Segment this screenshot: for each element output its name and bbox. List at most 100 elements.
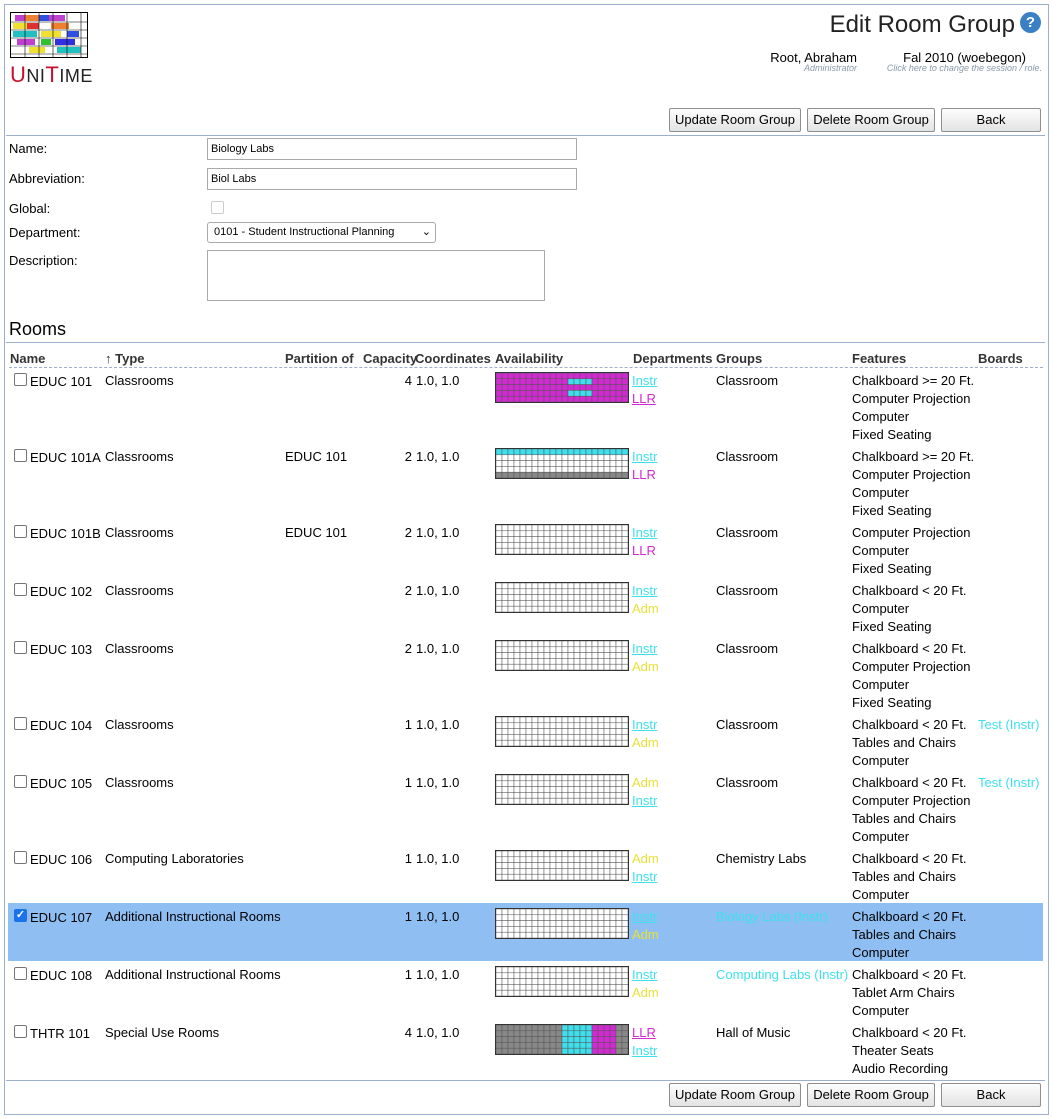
room-department[interactable]: Instr xyxy=(632,449,657,464)
delete-room-group-button-bottom[interactable]: Delete Room Group xyxy=(807,1083,935,1107)
room-department[interactable]: LLR xyxy=(632,391,656,406)
room-select-checkbox[interactable] xyxy=(14,583,27,596)
room-name[interactable]: EDUC 107 xyxy=(30,910,92,925)
room-department[interactable]: Adm xyxy=(632,775,659,790)
room-availability-grid[interactable] xyxy=(495,1024,629,1055)
column-groups[interactable]: Groups xyxy=(716,351,762,366)
column-boards[interactable]: Boards xyxy=(978,351,1023,366)
description-label: Description: xyxy=(9,253,78,268)
column-departments[interactable]: Departments xyxy=(633,351,712,366)
room-name[interactable]: EDUC 105 xyxy=(30,776,92,791)
room-department[interactable]: Instr xyxy=(632,717,657,732)
name-input[interactable]: Biology Labs xyxy=(207,138,577,160)
room-availability-grid[interactable] xyxy=(495,850,629,881)
room-feature: Chalkboard < 20 Ft. xyxy=(852,583,967,598)
session-hint[interactable]: Click here to change the session / role. xyxy=(870,63,1042,73)
room-type: Special Use Rooms xyxy=(105,1025,220,1040)
room-feature: Computer xyxy=(852,753,910,768)
delete-room-group-button[interactable]: Delete Room Group xyxy=(807,108,935,132)
user-role: Administrator xyxy=(803,63,857,73)
room-select-checkbox[interactable] xyxy=(14,525,27,538)
department-select[interactable]: 0101 - Student Instructional Planning ⌄ xyxy=(207,222,436,243)
room-partition: EDUC 101 xyxy=(285,449,348,464)
room-select-checkbox[interactable] xyxy=(14,641,27,654)
room-name[interactable]: EDUC 101 xyxy=(30,374,92,389)
room-capacity: 2 xyxy=(404,583,412,598)
room-name[interactable]: EDUC 101A xyxy=(30,450,101,465)
column-features[interactable]: Features xyxy=(852,351,906,366)
global-checkbox[interactable] xyxy=(211,201,224,214)
room-department[interactable]: Instr xyxy=(632,1043,657,1058)
room-department[interactable]: LLR xyxy=(632,543,656,558)
room-coordinates: 1.0, 1.0 xyxy=(416,909,460,924)
room-availability-grid[interactable] xyxy=(495,640,629,671)
room-coordinates: 1.0, 1.0 xyxy=(416,449,460,464)
column-partition[interactable]: Partition of xyxy=(285,351,354,366)
room-name[interactable]: EDUC 106 xyxy=(30,852,92,867)
room-availability-grid[interactable] xyxy=(495,582,629,613)
room-name[interactable]: EDUC 102 xyxy=(30,584,92,599)
update-room-group-button[interactable]: Update Room Group xyxy=(669,108,801,132)
room-groups: Hall of Music xyxy=(716,1025,791,1040)
room-name[interactable]: EDUC 104 xyxy=(30,718,92,733)
update-room-group-button-bottom[interactable]: Update Room Group xyxy=(669,1083,801,1107)
room-department[interactable]: LLR xyxy=(632,467,656,482)
room-availability-grid[interactable] xyxy=(495,774,629,805)
room-department[interactable]: Instr xyxy=(632,373,657,388)
room-department[interactable]: Instr xyxy=(632,793,657,808)
room-feature: Tablet Arm Chairs xyxy=(852,985,955,1000)
column-type[interactable]: ↑ Type xyxy=(105,351,145,366)
room-groups: Classroom xyxy=(716,717,779,732)
help-icon[interactable]: ? xyxy=(1020,12,1041,33)
room-department[interactable]: Adm xyxy=(632,985,659,1000)
room-select-checkbox[interactable] xyxy=(14,967,27,980)
description-textarea[interactable] xyxy=(207,250,545,301)
room-select-checkbox[interactable] xyxy=(14,717,27,730)
room-department[interactable]: LLR xyxy=(632,1025,656,1040)
room-department[interactable]: Instr xyxy=(632,869,657,884)
room-department[interactable]: Adm xyxy=(632,735,659,750)
room-department[interactable]: Instr xyxy=(632,641,657,656)
room-feature: Chalkboard < 20 Ft. xyxy=(852,909,967,924)
room-name[interactable]: EDUC 101B xyxy=(30,526,101,541)
room-feature: Computer xyxy=(852,543,910,558)
column-name[interactable]: Name xyxy=(10,351,45,366)
room-capacity: 1 xyxy=(404,851,412,866)
room-availability-grid[interactable] xyxy=(495,716,629,747)
back-button[interactable]: Back xyxy=(941,108,1041,132)
room-select-checkbox[interactable] xyxy=(14,775,27,788)
room-features: Computer Projection Computer Fixed Seating xyxy=(852,524,971,578)
room-department[interactable]: Instr xyxy=(632,967,657,982)
room-department[interactable]: Instr xyxy=(632,525,657,540)
room-department[interactable]: Adm xyxy=(632,601,659,616)
room-availability-grid[interactable] xyxy=(495,372,629,403)
room-feature: Tables and Chairs xyxy=(852,735,957,750)
room-select-checkbox[interactable] xyxy=(14,851,27,864)
room-groups: Classroom xyxy=(716,373,779,388)
room-name[interactable]: EDUC 103 xyxy=(30,642,92,657)
room-select-checkbox[interactable] xyxy=(14,1025,27,1038)
column-capacity[interactable]: Capacity xyxy=(363,351,417,366)
room-department[interactable]: Adm xyxy=(632,851,659,866)
abbreviation-input[interactable]: Biol Labs xyxy=(207,168,577,190)
room-availability-grid[interactable] xyxy=(495,966,629,997)
room-availability-grid[interactable] xyxy=(495,524,629,555)
room-type: Computing Laboratories xyxy=(105,851,244,866)
room-availability-grid[interactable] xyxy=(495,448,629,479)
column-availability[interactable]: Availability xyxy=(495,351,563,366)
column-coordinates[interactable]: Coordinates xyxy=(415,351,491,366)
room-features: Chalkboard < 20 Ft. Tables and Chairs Comp… xyxy=(852,716,967,770)
room-select-checkbox[interactable] xyxy=(14,373,27,386)
room-department[interactable]: Instr xyxy=(632,583,657,598)
room-name[interactable]: THTR 101 xyxy=(30,1026,90,1041)
room-select-checkbox[interactable] xyxy=(14,449,27,462)
room-department[interactable]: Adm xyxy=(632,659,659,674)
room-department[interactable]: Adm xyxy=(632,927,659,942)
room-name[interactable]: EDUC 108 xyxy=(30,968,92,983)
back-button-bottom[interactable]: Back xyxy=(941,1083,1041,1107)
room-features: Chalkboard < 20 Ft. Tables and Chairs Comp… xyxy=(852,908,967,962)
room-capacity: 1 xyxy=(404,775,412,790)
room-select-checkbox[interactable]: ✓ xyxy=(14,909,27,922)
room-availability-grid[interactable] xyxy=(495,908,629,939)
room-department[interactable]: Instr xyxy=(632,909,657,924)
